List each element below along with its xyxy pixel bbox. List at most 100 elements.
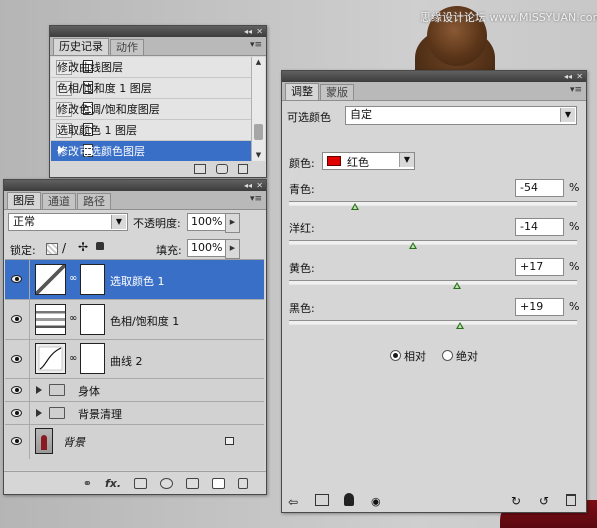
mask-icon[interactable] bbox=[134, 477, 147, 489]
layer-group-body[interactable]: 身体 bbox=[5, 379, 264, 402]
preset-select[interactable]: 自定 ▼ bbox=[345, 106, 577, 125]
slider-thumb[interactable] bbox=[453, 282, 462, 289]
opacity-slider-arrow-icon[interactable]: ▶ bbox=[225, 213, 240, 233]
mask-link-icon[interactable]: ∞ bbox=[69, 273, 77, 284]
back-arrow-icon[interactable]: ⇦ bbox=[288, 495, 302, 509]
colors-select[interactable]: 红色 ▼ bbox=[322, 152, 415, 170]
folder-icon[interactable] bbox=[186, 477, 199, 489]
close-icon[interactable]: ✕ bbox=[256, 26, 263, 37]
tab-actions[interactable]: 动作 bbox=[110, 39, 144, 55]
visibility-eye-icon[interactable] bbox=[10, 315, 24, 324]
color-swatch bbox=[327, 156, 341, 166]
trash-icon[interactable] bbox=[238, 164, 248, 174]
slider-track[interactable] bbox=[289, 280, 577, 285]
fx-icon[interactable]: fx. bbox=[105, 477, 121, 490]
panel-title-bar[interactable]: ◂◂ ✕ bbox=[50, 26, 266, 37]
collapse-icon[interactable]: ◂◂ bbox=[244, 180, 252, 191]
tab-adjustments[interactable]: 调整 bbox=[285, 83, 319, 100]
close-icon[interactable]: ✕ bbox=[576, 71, 583, 82]
visibility-eye-icon[interactable] bbox=[10, 355, 24, 364]
visibility-eye-icon[interactable] bbox=[10, 275, 24, 284]
panel-title-bar[interactable]: ◂◂ ✕ bbox=[282, 71, 586, 82]
history-item[interactable]: 选取颜色 1 图层 bbox=[51, 120, 251, 141]
camera-snapshot-icon[interactable] bbox=[216, 164, 228, 174]
tab-layers[interactable]: 图层 bbox=[7, 192, 41, 209]
panel-menu-icon[interactable]: ▾≡ bbox=[570, 85, 582, 95]
mask-link-icon[interactable]: ∞ bbox=[69, 313, 77, 324]
history-tabs: 历史记录 动作 ▾≡ bbox=[50, 37, 266, 56]
layer-mask-thumbnail[interactable] bbox=[80, 343, 105, 374]
layer-row-background[interactable]: 背景 bbox=[5, 425, 264, 459]
history-scrollbar[interactable]: ▲ ▼ bbox=[251, 57, 265, 161]
collapse-icon[interactable]: ◂◂ bbox=[244, 26, 252, 37]
history-item[interactable]: 修改色调/饱和度图层 bbox=[51, 99, 251, 120]
expand-triangle-icon[interactable] bbox=[36, 386, 42, 394]
slider-thumb[interactable] bbox=[351, 203, 360, 210]
slider-track[interactable] bbox=[289, 240, 577, 245]
absolute-radio[interactable] bbox=[442, 350, 453, 361]
clip-to-layer-icon[interactable] bbox=[315, 494, 329, 506]
history-item-selected[interactable]: 修改可选颜色图层 bbox=[51, 141, 251, 161]
history-list: 修改曲线图层 色相/饱和度 1 图层 修改色调/饱和度图层 选取颜色 1 图层 … bbox=[51, 57, 251, 161]
toggle-visibility-layer-icon[interactable] bbox=[344, 493, 354, 506]
tab-masks[interactable]: 蒙版 bbox=[320, 84, 354, 100]
slider-value-input[interactable]: -14 bbox=[515, 218, 564, 236]
trash-icon[interactable] bbox=[238, 477, 248, 489]
chevron-down-icon[interactable]: ▼ bbox=[111, 215, 126, 229]
layer-group-background-cleanup[interactable]: 背景清理 bbox=[5, 402, 264, 425]
fill-slider-arrow-icon[interactable]: ▶ bbox=[225, 239, 240, 259]
chevron-down-icon[interactable]: ▼ bbox=[399, 153, 414, 167]
lock-position-icon[interactable]: ✢ bbox=[78, 240, 88, 254]
layer-row-selective-color[interactable]: ∞ 选取颜色 1 bbox=[5, 260, 264, 300]
tab-channels[interactable]: 通道 bbox=[42, 193, 76, 209]
visibility-eye-icon[interactable] bbox=[10, 437, 24, 446]
panel-menu-icon[interactable]: ▾≡ bbox=[250, 40, 262, 50]
chevron-down-icon[interactable]: ▼ bbox=[560, 108, 575, 122]
layer-name: 背景 bbox=[63, 436, 85, 449]
history-item[interactable]: 修改曲线图层 bbox=[51, 57, 251, 78]
mask-link-icon[interactable]: ∞ bbox=[69, 353, 77, 364]
relative-radio[interactable] bbox=[390, 350, 401, 361]
layer-row-curves[interactable]: ∞ 曲线 2 bbox=[5, 340, 264, 379]
link-icon[interactable]: ⚭ bbox=[83, 477, 92, 490]
folder-icon bbox=[49, 407, 65, 419]
opacity-input[interactable]: 100% ▶ bbox=[187, 213, 240, 233]
slider-value-input[interactable]: -54 bbox=[515, 179, 564, 197]
visibility-eye-icon[interactable] bbox=[10, 409, 24, 418]
slider-thumb[interactable] bbox=[456, 322, 465, 329]
slider-value-input[interactable]: +19 bbox=[515, 298, 564, 316]
close-icon[interactable]: ✕ bbox=[256, 180, 263, 191]
scroll-down-icon[interactable]: ▼ bbox=[253, 150, 264, 161]
lock-all-icon[interactable] bbox=[96, 242, 104, 250]
history-item-label: 色相/饱和度 1 图层 bbox=[57, 82, 152, 95]
tab-history[interactable]: 历史记录 bbox=[53, 38, 109, 55]
lock-transparency-icon[interactable] bbox=[46, 243, 58, 255]
scroll-thumb[interactable] bbox=[254, 124, 263, 140]
new-document-from-state-icon[interactable] bbox=[194, 164, 206, 174]
lock-brush-icon[interactable]: / bbox=[62, 241, 72, 255]
fill-input[interactable]: 100% ▶ bbox=[187, 239, 240, 259]
layer-row-hue-saturation[interactable]: ∞ 色相/饱和度 1 bbox=[5, 300, 264, 340]
expand-triangle-icon[interactable] bbox=[36, 409, 42, 417]
scroll-up-icon[interactable]: ▲ bbox=[253, 57, 264, 68]
slider-thumb[interactable] bbox=[408, 242, 417, 249]
layer-mask-thumbnail[interactable] bbox=[80, 264, 105, 295]
colors-label: 颜色: bbox=[289, 157, 315, 170]
slider-track[interactable] bbox=[289, 320, 577, 325]
adjustment-icon[interactable] bbox=[160, 477, 173, 489]
view-previous-icon[interactable]: ↻ bbox=[511, 494, 525, 508]
tab-paths[interactable]: 路径 bbox=[77, 193, 111, 209]
layer-mask-thumbnail[interactable] bbox=[80, 304, 105, 335]
slider-value-input[interactable]: +17 bbox=[515, 258, 564, 276]
blend-mode-select[interactable]: 正常 ▼ bbox=[8, 213, 128, 231]
slider-track[interactable] bbox=[289, 201, 577, 206]
visibility-eye-icon[interactable] bbox=[10, 386, 24, 395]
panel-menu-icon[interactable]: ▾≡ bbox=[250, 194, 262, 204]
trash-icon[interactable] bbox=[566, 494, 576, 506]
history-item[interactable]: 色相/饱和度 1 图层 bbox=[51, 78, 251, 99]
reset-icon[interactable]: ↺ bbox=[539, 494, 553, 508]
collapse-icon[interactable]: ◂◂ bbox=[564, 71, 572, 82]
new-layer-icon[interactable] bbox=[212, 477, 225, 489]
panel-title-bar[interactable]: ◂◂ ✕ bbox=[4, 180, 266, 191]
eye-icon[interactable]: ◉ bbox=[371, 495, 385, 508]
